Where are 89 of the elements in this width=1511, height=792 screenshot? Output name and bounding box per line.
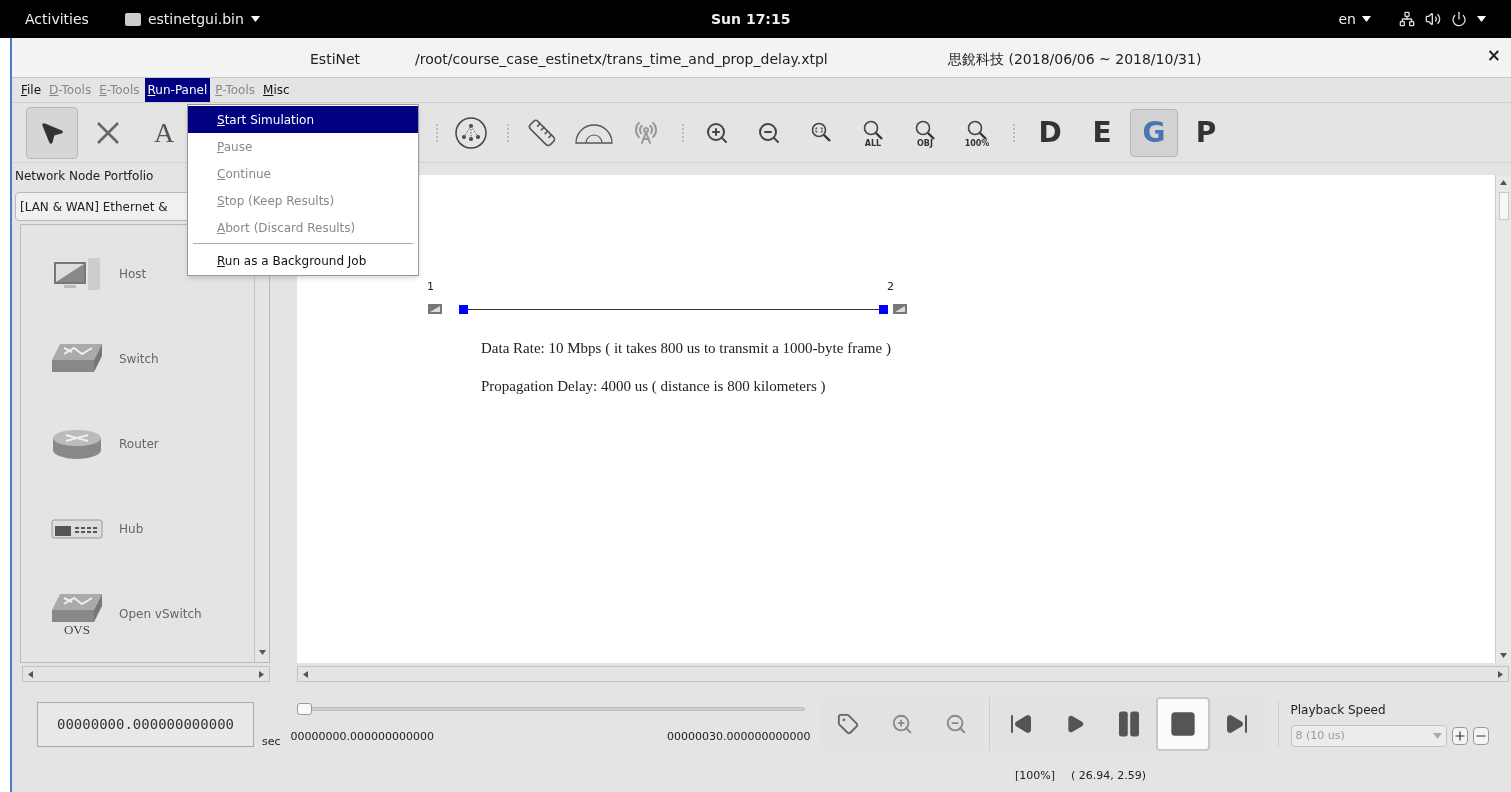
- time-unit: sec: [262, 733, 281, 750]
- toolbar-button[interactable]: OBJ: [899, 106, 951, 159]
- panel-title: Network Node Portfolio: [15, 168, 154, 185]
- canvas-note[interactable]: Data Rate: 10 Mbps ( it takes 800 us to transmit a 1000-byte frame ): [481, 337, 891, 360]
- increase-button[interactable]: [1451, 727, 1468, 745]
- menu-item[interactable]: Run-Panel: [144, 78, 211, 102]
- vertical-scrollbar[interactable]: [1495, 175, 1511, 663]
- zoom-label: OBJ: [917, 139, 933, 148]
- palette-label: Router: [119, 436, 159, 453]
- scroll-left-icon[interactable]: [27, 670, 34, 678]
- hub-icon: [51, 518, 103, 540]
- palette-item[interactable]: Router: [51, 425, 254, 463]
- port-icon: [459, 305, 468, 314]
- host-node-icon[interactable]: [893, 304, 907, 314]
- pointer-tool-button[interactable]: [26, 106, 78, 159]
- clock[interactable]: Sun 17:15: [711, 9, 791, 30]
- start-time: 00000000.000000000000: [290, 728, 434, 745]
- text-tool-button[interactable]: A: [138, 106, 190, 159]
- menu-item[interactable]: Misc: [260, 78, 293, 102]
- skip-forward-icon: [1224, 712, 1249, 736]
- time-display: 00000000.000000000000: [37, 701, 254, 747]
- slider-thumb[interactable]: [296, 702, 312, 715]
- speed-label: Playback Speed: [1290, 702, 1387, 719]
- palette-item[interactable]: Hub: [51, 510, 254, 548]
- palette-item[interactable]: OVS Open vSwitch: [51, 595, 254, 633]
- mode-button[interactable]: E: [1078, 108, 1126, 157]
- horizontal-scrollbar[interactable]: [297, 666, 1509, 682]
- toolbar-button[interactable]: ALL: [847, 106, 899, 159]
- node-label: 2: [887, 279, 894, 295]
- mode-button[interactable]: D: [1026, 108, 1074, 157]
- caret-icon: [250, 16, 260, 22]
- scroll-left-icon[interactable]: [302, 670, 309, 678]
- power-icon: [1451, 11, 1467, 27]
- caret-icon: [1362, 16, 1371, 22]
- skip-back-icon: [1008, 712, 1033, 736]
- zoom-in-icon: [705, 120, 729, 145]
- subnet-icon: [454, 115, 488, 150]
- license-text: 思銳科技 (2018/06/06 ~ 2018/10/31): [948, 50, 1202, 69]
- palette-label: Host: [119, 266, 147, 283]
- file-path: /root/course_case_estinetx/trans_time_and_prop_delay.xtpl: [415, 50, 828, 69]
- tag-icon: [836, 713, 859, 735]
- speed-value: 8 (10 us): [1295, 727, 1346, 744]
- zoom-in-icon: [890, 713, 913, 735]
- end-time: 00000030.000000000000: [667, 728, 811, 745]
- language-menu[interactable]: en: [1338, 8, 1356, 30]
- mode-button[interactable]: P: [1182, 108, 1230, 157]
- host-node-icon[interactable]: [428, 304, 442, 314]
- toolbar-button[interactable]: 100%: [951, 106, 1003, 159]
- caret-icon: [1432, 733, 1442, 739]
- zoom-label: ALL: [864, 139, 882, 148]
- close-button[interactable]: ×: [1484, 47, 1503, 64]
- scroll-down-icon[interactable]: [1500, 652, 1507, 659]
- scroll-right-icon[interactable]: [258, 670, 265, 678]
- ruler-icon: [527, 117, 557, 148]
- canvas-note[interactable]: Propagation Delay: 4000 us ( distance is 800 kilometers ): [481, 374, 891, 397]
- coordinates-status: ( 26.94, 2.59): [1071, 767, 1147, 784]
- palette-item[interactable]: Switch: [51, 340, 254, 378]
- decrease-button[interactable]: [1472, 727, 1489, 745]
- network-icon: [1399, 11, 1415, 27]
- plus-icon: [1452, 729, 1467, 743]
- zoom-status: [100%]: [1015, 767, 1056, 784]
- ovs-label: OVS: [64, 623, 90, 636]
- scroll-thumb[interactable]: [1498, 192, 1509, 220]
- menu-option[interactable]: Start Simulation: [188, 106, 418, 133]
- palette-label: Hub: [119, 521, 144, 538]
- horizontal-scrollbar[interactable]: [22, 666, 270, 682]
- host-icon: [52, 256, 102, 292]
- scroll-down-icon[interactable]: [258, 649, 266, 656]
- menu-item[interactable]: File: [18, 78, 45, 102]
- stop-icon: [1168, 710, 1197, 738]
- port-icon: [879, 305, 888, 314]
- zoom-out-icon: [944, 713, 967, 735]
- caret-icon: [1477, 16, 1486, 22]
- activities-button[interactable]: Activities: [25, 8, 89, 30]
- scroll-up-icon[interactable]: [1500, 179, 1507, 186]
- node-label: 1: [427, 279, 434, 295]
- antenna-icon: [634, 120, 658, 145]
- palette-label: Switch: [119, 351, 159, 368]
- app-name: EstiNet: [310, 50, 361, 69]
- palette-label: Open vSwitch: [119, 606, 202, 623]
- playback-button[interactable]: [1155, 697, 1210, 751]
- router-icon: [52, 428, 102, 460]
- app-menu[interactable]: estinetgui.bin: [147, 8, 244, 30]
- volume-icon: [1425, 11, 1441, 27]
- time-slider[interactable]: [296, 702, 805, 715]
- app-icon: [124, 12, 141, 26]
- scroll-right-icon[interactable]: [1497, 670, 1504, 678]
- zoom-label: 100%: [964, 139, 990, 148]
- zoom-out-icon: [757, 120, 781, 145]
